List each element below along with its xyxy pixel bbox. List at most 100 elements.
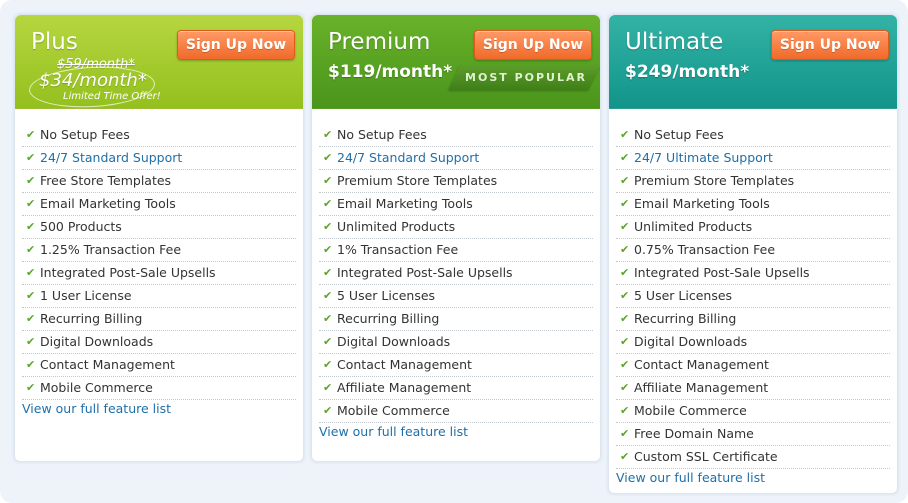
plan-name: Ultimate bbox=[625, 29, 724, 55]
full-feature-list-link[interactable]: View our full feature list bbox=[319, 424, 468, 439]
check-icon: ✔ bbox=[26, 243, 36, 256]
feature-label: Integrated Post-Sale Upsells bbox=[337, 265, 513, 280]
feature-list: ✔ No Setup Fees ✔ 24/7 Ultimate Support ✔ Pre… bbox=[616, 124, 890, 469]
sign-up-button[interactable]: Sign Up Now bbox=[771, 30, 889, 60]
feature-item: ✔ Recurring Billing bbox=[22, 308, 296, 331]
feature-item: ✔ Unlimited Products bbox=[616, 216, 890, 239]
feature-item: ✔ Integrated Post-Sale Upsells bbox=[616, 262, 890, 285]
check-icon: ✔ bbox=[620, 335, 630, 348]
sign-up-button[interactable]: Sign Up Now bbox=[177, 30, 295, 60]
check-icon: ✔ bbox=[26, 174, 36, 187]
check-icon: ✔ bbox=[620, 220, 630, 233]
feature-item: ✔ Contact Management bbox=[616, 354, 890, 377]
plan-card-plus: Plus $59/month* $34/month* Limited Time … bbox=[14, 14, 304, 462]
check-icon: ✔ bbox=[323, 404, 333, 417]
feature-label: Digital Downloads bbox=[40, 334, 154, 349]
feature-label: Email Marketing Tools bbox=[634, 196, 770, 211]
feature-label: Recurring Billing bbox=[337, 311, 440, 326]
feature-label: 24/7 Ultimate Support bbox=[634, 150, 773, 165]
check-icon: ✔ bbox=[323, 289, 333, 302]
check-icon: ✔ bbox=[26, 358, 36, 371]
feature-item: ✔ 500 Products bbox=[22, 216, 296, 239]
feature-label: Recurring Billing bbox=[634, 311, 737, 326]
feature-label: Unlimited Products bbox=[337, 219, 456, 234]
feature-label: Unlimited Products bbox=[634, 219, 753, 234]
plan-price: $119/month* bbox=[328, 62, 453, 82]
feature-item: ✔ Premium Store Templates bbox=[319, 170, 593, 193]
feature-label: 24/7 Standard Support bbox=[337, 150, 480, 165]
check-icon: ✔ bbox=[26, 197, 36, 210]
check-icon: ✔ bbox=[323, 174, 333, 187]
plan-card-ultimate: Ultimate $249/month* Sign Up Now ✔ No Set… bbox=[608, 14, 898, 494]
check-icon: ✔ bbox=[620, 358, 630, 371]
check-icon: ✔ bbox=[620, 266, 630, 279]
feature-item: ✔ Mobile Commerce bbox=[319, 400, 593, 423]
feature-item: ✔ 24/7 Standard Support bbox=[319, 147, 593, 170]
check-icon: ✔ bbox=[26, 289, 36, 302]
plan-card-premium: Premium $119/month* MOST POPULAR Sign Up… bbox=[311, 14, 601, 462]
feature-label: Recurring Billing bbox=[40, 311, 143, 326]
check-icon: ✔ bbox=[26, 335, 36, 348]
feature-label: Free Store Templates bbox=[40, 173, 172, 188]
full-feature-list-link[interactable]: View our full feature list bbox=[616, 470, 765, 485]
feature-label: Contact Management bbox=[634, 357, 769, 372]
feature-label: Free Domain Name bbox=[634, 426, 754, 441]
check-icon: ✔ bbox=[26, 220, 36, 233]
check-icon: ✔ bbox=[620, 381, 630, 394]
check-icon: ✔ bbox=[323, 243, 333, 256]
feature-item: ✔ Affiliate Management bbox=[319, 377, 593, 400]
feature-item: ✔ 0.75% Transaction Fee bbox=[616, 239, 890, 262]
feature-item: ✔ Integrated Post-Sale Upsells bbox=[319, 262, 593, 285]
feature-label: Mobile Commerce bbox=[634, 403, 747, 418]
check-icon: ✔ bbox=[620, 174, 630, 187]
plan-header-ultimate: Ultimate $249/month* Sign Up Now bbox=[609, 15, 897, 109]
feature-item: ✔ Email Marketing Tools bbox=[616, 193, 890, 216]
feature-label: 500 Products bbox=[40, 219, 122, 234]
check-icon: ✔ bbox=[26, 266, 36, 279]
feature-item: ✔ Digital Downloads bbox=[319, 331, 593, 354]
feature-label: Contact Management bbox=[337, 357, 472, 372]
check-icon: ✔ bbox=[323, 128, 333, 141]
feature-label: Affiliate Management bbox=[337, 380, 472, 395]
check-icon: ✔ bbox=[620, 312, 630, 325]
feature-label: Integrated Post-Sale Upsells bbox=[634, 265, 810, 280]
feature-label: 0.75% Transaction Fee bbox=[634, 242, 776, 257]
plan-name: Plus bbox=[31, 29, 78, 55]
plan-name: Premium bbox=[328, 29, 431, 55]
feature-item: ✔ Mobile Commerce bbox=[22, 377, 296, 400]
feature-label: Contact Management bbox=[40, 357, 175, 372]
check-icon: ✔ bbox=[620, 151, 630, 164]
feature-item: ✔ Integrated Post-Sale Upsells bbox=[22, 262, 296, 285]
plan-header-premium: Premium $119/month* MOST POPULAR Sign Up… bbox=[312, 15, 600, 109]
sign-up-button[interactable]: Sign Up Now bbox=[474, 30, 592, 60]
feature-item: ✔ 1.25% Transaction Fee bbox=[22, 239, 296, 262]
feature-label: Affiliate Management bbox=[634, 380, 769, 395]
feature-item: ✔ Contact Management bbox=[319, 354, 593, 377]
check-icon: ✔ bbox=[620, 404, 630, 417]
feature-item: ✔ Email Marketing Tools bbox=[319, 193, 593, 216]
feature-label: Integrated Post-Sale Upsells bbox=[40, 265, 216, 280]
check-icon: ✔ bbox=[323, 266, 333, 279]
plan-price: $249/month* bbox=[625, 62, 750, 82]
plan-price: $34/month* bbox=[39, 70, 147, 91]
feature-item: ✔ Email Marketing Tools bbox=[22, 193, 296, 216]
check-icon: ✔ bbox=[620, 450, 630, 463]
full-feature-list-link[interactable]: View our full feature list bbox=[22, 401, 171, 416]
feature-label: 5 User Licenses bbox=[337, 288, 436, 303]
feature-label: 1% Transaction Fee bbox=[337, 242, 459, 257]
check-icon: ✔ bbox=[323, 381, 333, 394]
check-icon: ✔ bbox=[26, 151, 36, 164]
feature-item: ✔ No Setup Fees bbox=[319, 124, 593, 147]
feature-label: Premium Store Templates bbox=[634, 173, 795, 188]
check-icon: ✔ bbox=[620, 128, 630, 141]
feature-item: ✔ Unlimited Products bbox=[319, 216, 593, 239]
feature-label: No Setup Fees bbox=[634, 127, 724, 142]
check-icon: ✔ bbox=[620, 243, 630, 256]
feature-list: ✔ No Setup Fees ✔ 24/7 Standard Support ✔ Pre… bbox=[319, 124, 593, 423]
feature-label: Email Marketing Tools bbox=[337, 196, 473, 211]
feature-item: ✔ 1% Transaction Fee bbox=[319, 239, 593, 262]
feature-label: 1.25% Transaction Fee bbox=[40, 242, 182, 257]
feature-item: ✔ Digital Downloads bbox=[22, 331, 296, 354]
feature-label: Custom SSL Certificate bbox=[634, 449, 778, 464]
feature-item: ✔ Custom SSL Certificate bbox=[616, 446, 890, 469]
